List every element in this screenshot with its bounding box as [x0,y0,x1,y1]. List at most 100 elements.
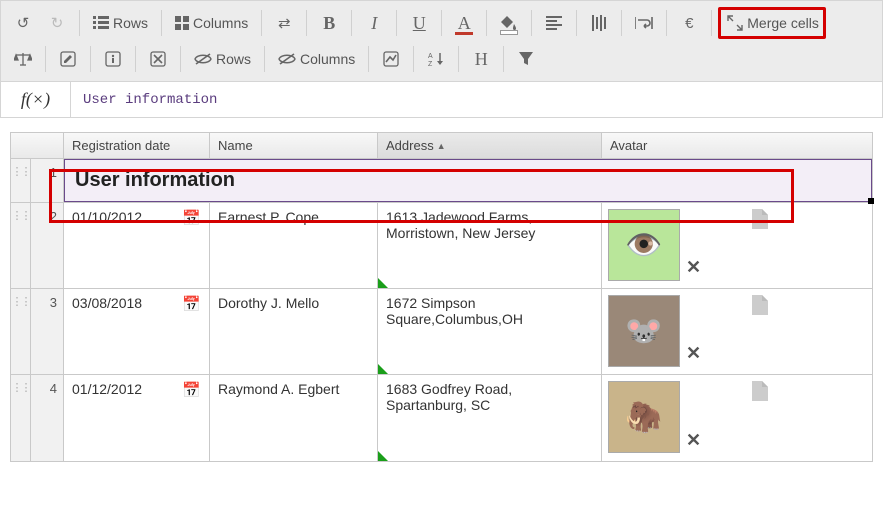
paint-bucket-icon [501,16,517,30]
italic-icon: I [371,13,377,34]
toolbar-row-2: Rows Columns AZ H [7,41,876,77]
cell-registration-date[interactable]: 03/08/2018📅 [64,289,210,374]
redo-button[interactable]: ↻ [41,7,73,39]
avatar-image: 🐭 [608,295,680,367]
fill-color-button[interactable] [493,7,525,39]
column-header-address[interactable]: Address▲ [378,133,602,158]
eye-slash-icon [194,52,212,66]
font-color-icon: A [458,13,471,34]
row-number[interactable]: 1 [31,159,64,202]
italic-button[interactable]: I [358,7,390,39]
separator [531,10,532,36]
info-icon [105,51,121,67]
font-color-button[interactable]: A [448,7,480,39]
eye-slash-icon [278,52,296,66]
drag-handle-icon: ⋮⋮ [12,209,30,222]
separator [45,46,46,72]
table-row: ⋮⋮ 3 03/08/2018📅 Dorothy J. Mello 1672 S… [11,289,872,375]
separator [503,46,504,72]
separator [441,10,442,36]
row-number[interactable]: 2 [31,203,64,288]
separator [264,46,265,72]
remove-avatar-button[interactable]: ✕ [686,257,701,278]
separator [79,10,80,36]
filter-button[interactable] [510,43,542,75]
info-button[interactable] [97,43,129,75]
calendar-icon[interactable]: 📅 [182,295,201,313]
separator [458,46,459,72]
remove-avatar-button[interactable]: ✕ [686,430,701,451]
clear-icon [150,51,166,67]
table-row: ⋮⋮ 2 01/10/2012📅 Earnest P. Cope 1613 Ja… [11,203,872,289]
corner-cell [11,133,64,158]
column-header-registration-date[interactable]: Registration date [64,133,210,158]
row-handle[interactable]: ⋮⋮ [11,375,31,461]
drag-handle-icon: ⋮⋮ [12,165,30,178]
align-vertical-button[interactable] [583,7,615,39]
separator [576,10,577,36]
merge-cells-button[interactable]: Merge cells [718,7,826,39]
separator [306,10,307,36]
file-icon[interactable] [752,381,768,401]
bold-button[interactable]: B [313,7,345,39]
table-row: ⋮⋮ 4 01/12/2012📅 Raymond A. Egbert 1683 … [11,375,872,461]
funnel-icon [519,52,533,66]
cell-registration-date[interactable]: 01/12/2012📅 [64,375,210,461]
sort-button[interactable]: AZ [420,43,452,75]
cell-avatar[interactable]: 🐭 ✕ [602,289,774,374]
underline-button[interactable]: U [403,7,435,39]
remove-avatar-button[interactable]: ✕ [686,343,701,364]
cell-address[interactable]: 1672 Simpson Square,Columbus,OH [378,289,602,374]
cell-address[interactable]: 1613 Jadewood Farms, Morristown, New Jer… [378,203,602,288]
corner-indicator-icon [378,278,388,288]
chart-button[interactable] [375,43,407,75]
cell-text: 1613 Jadewood Farms, Morristown, New Jer… [386,209,535,241]
formula-input[interactable]: User information [71,82,882,117]
hide-columns-label: Columns [300,51,355,67]
row-handle[interactable]: ⋮⋮ [11,289,31,374]
row-handle[interactable]: ⋮⋮ [11,203,31,288]
view-columns-button[interactable]: Columns [168,7,255,39]
undo-button[interactable]: ↺ [7,7,39,39]
clear-button[interactable] [142,43,174,75]
align-horizontal-button[interactable] [538,7,570,39]
cell-avatar[interactable]: 🦣 ✕ [602,375,774,461]
calendar-icon[interactable]: 📅 [182,209,201,227]
cell-registration-date[interactable]: 01/10/2012📅 [64,203,210,288]
pencil-icon [60,51,76,67]
column-header-name[interactable]: Name [210,133,378,158]
wrap-text-button[interactable] [628,7,660,39]
merged-title-cell[interactable]: User information [64,159,872,202]
data-grid: Registration date Name Address▲ Avatar ⋮… [10,132,873,462]
edit-button[interactable] [52,43,84,75]
cell-name[interactable]: Raymond A. Egbert [210,375,378,461]
hide-rows-button[interactable]: Rows [187,43,258,75]
row-handle[interactable]: ⋮⋮ [11,159,31,202]
heading-button[interactable]: H [465,43,497,75]
file-icon[interactable] [752,209,768,229]
cell-address[interactable]: 1683 Godfrey Road, Spartanburg, SC [378,375,602,461]
scales-icon [14,51,32,67]
file-icon[interactable] [752,295,768,315]
balance-button[interactable] [7,43,39,75]
toolbar-row-1: ↺ ↻ Rows Columns ⇄ B I U A [7,5,876,41]
calendar-icon[interactable]: 📅 [182,381,201,399]
separator [180,46,181,72]
col-label: Address [386,138,434,153]
row-number[interactable]: 4 [31,375,64,461]
column-header-avatar[interactable]: Avatar [602,133,774,158]
row-number[interactable]: 3 [31,289,64,374]
view-rows-button[interactable]: Rows [86,7,155,39]
separator [351,10,352,36]
hide-columns-button[interactable]: Columns [271,43,362,75]
swap-button[interactable]: ⇄ [268,7,300,39]
currency-button[interactable]: € [673,7,705,39]
separator [621,10,622,36]
drag-handle-icon: ⋮⋮ [12,295,30,308]
cell-avatar[interactable]: 👁️ ✕ [602,203,774,288]
separator [711,10,712,36]
align-h-icon [546,16,562,30]
cell-text: 1672 Simpson Square,Columbus,OH [386,295,523,327]
cell-name[interactable]: Dorothy J. Mello [210,289,378,374]
cell-name[interactable]: Earnest P. Cope [210,203,378,288]
